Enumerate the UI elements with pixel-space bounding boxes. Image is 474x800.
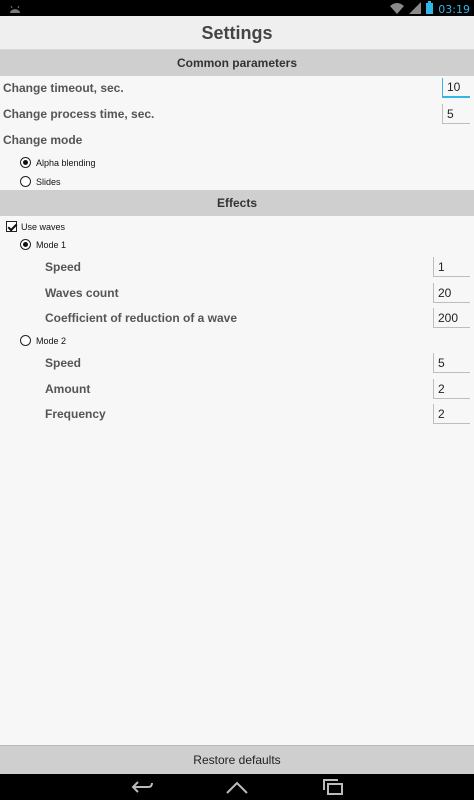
section-header-effects: Effects (0, 190, 474, 216)
amount-label: Amount (45, 382, 91, 396)
mode2-radio[interactable] (20, 335, 31, 346)
use-waves-checkbox[interactable] (6, 221, 17, 232)
mode1-speed-label: Speed (45, 260, 82, 274)
navigation-bar (0, 774, 474, 800)
page-title: Settings (201, 23, 273, 43)
home-icon[interactable] (217, 777, 257, 797)
change-mode-label: Change mode (3, 133, 83, 147)
alpha-blending-radio[interactable] (20, 157, 31, 168)
section-header-common: Common parameters (0, 50, 474, 76)
waves-count-input[interactable] (433, 283, 470, 303)
restore-defaults-button[interactable]: Restore defaults (0, 745, 474, 774)
coefficient-input[interactable] (433, 308, 470, 328)
timeout-input[interactable] (442, 78, 470, 98)
process-time-input[interactable] (442, 104, 470, 124)
mode1-radio[interactable] (20, 239, 31, 250)
settings-screen: Settings Common parameters Change timeou… (0, 16, 474, 774)
mode2-speed-input[interactable] (433, 353, 470, 373)
alpha-blending-label[interactable]: Alpha blending (36, 158, 96, 168)
back-icon[interactable] (122, 777, 162, 797)
status-bar: 03:19 (0, 0, 474, 16)
title-bar: Settings (0, 16, 474, 50)
mode2-label[interactable]: Mode 2 (36, 336, 66, 346)
frequency-input[interactable] (433, 404, 470, 424)
status-clock: 03:19 (438, 3, 470, 16)
mode1-label[interactable]: Mode 1 (36, 240, 66, 250)
amount-input[interactable] (433, 379, 470, 399)
mode1-speed-input[interactable] (433, 257, 470, 277)
slides-radio[interactable] (20, 176, 31, 187)
frequency-label: Frequency (45, 407, 106, 421)
coefficient-label: Coefficient of reduction of a wave (45, 311, 238, 325)
use-waves-label[interactable]: Use waves (21, 222, 65, 232)
waves-count-label: Waves count (45, 286, 119, 300)
process-time-label: Change process time, sec. (3, 107, 155, 121)
recent-apps-icon[interactable] (313, 777, 353, 797)
slides-label[interactable]: Slides (36, 177, 61, 187)
mode2-speed-label: Speed (45, 356, 82, 370)
timeout-label: Change timeout, sec. (3, 81, 124, 95)
